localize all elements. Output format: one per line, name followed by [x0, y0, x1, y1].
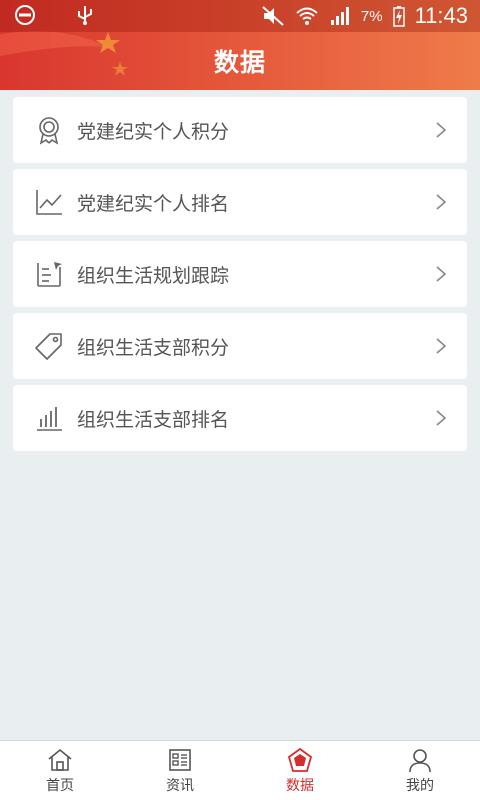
chevron-right-icon: [436, 410, 447, 426]
home-icon: [48, 748, 72, 771]
award-medal-icon: [33, 114, 65, 146]
nav-tab-label: 数据: [286, 777, 314, 794]
clock: 11:43: [414, 3, 468, 28]
news-icon: [169, 748, 191, 771]
menu-item-personal-ranking[interactable]: 党建纪实个人排名: [13, 169, 467, 235]
nav-tab-label: 我的: [406, 777, 434, 794]
line-chart-icon: [33, 186, 65, 218]
user-icon: [409, 748, 431, 772]
nav-tab-label: 资讯: [166, 777, 194, 794]
chevron-right-icon: [436, 194, 447, 210]
data-menu-list: 党建纪实个人积分 党建纪实个人排名 组织生活规划跟踪 组织生活支部积分 组织生活…: [13, 97, 467, 457]
battery-charging-icon: [392, 6, 405, 27]
menu-item-label: 组织生活支部积分: [77, 336, 230, 359]
menu-item-label: 组织生活规划跟踪: [77, 264, 230, 287]
wifi-icon: [296, 7, 318, 25]
chevron-right-icon: [436, 122, 447, 138]
chevron-right-icon: [436, 266, 447, 282]
page-title: 数据: [213, 48, 266, 77]
tag-icon: [33, 330, 65, 362]
menu-item-label: 党建纪实个人积分: [77, 120, 230, 143]
bottom-nav: 首页 资讯 数据 我的: [0, 740, 480, 800]
menu-item-label: 党建纪实个人排名: [77, 192, 230, 215]
usb-icon: [78, 6, 92, 25]
data-icon: [287, 747, 313, 772]
menu-item-plan-tracking[interactable]: 组织生活规划跟踪: [13, 241, 467, 307]
nav-tab-news[interactable]: 资讯: [120, 741, 240, 800]
menu-item-branch-points[interactable]: 组织生活支部积分: [13, 313, 467, 379]
chevron-right-icon: [436, 338, 447, 354]
bar-chart-icon: [33, 402, 65, 434]
plan-tracking-icon: [33, 258, 65, 290]
battery-percent: 7%: [360, 7, 383, 25]
status-bar: 7% 11:43: [0, 0, 480, 32]
mute-icon: [262, 6, 284, 26]
nav-tab-data[interactable]: 数据: [240, 741, 360, 800]
menu-item-personal-points[interactable]: 党建纪实个人积分: [13, 97, 467, 163]
nav-tab-home[interactable]: 首页: [0, 741, 120, 800]
top-bar: 7% 11:43 数据: [0, 0, 480, 90]
nav-tab-label: 首页: [46, 777, 74, 794]
do-not-disturb-icon: [15, 5, 35, 25]
signal-icon: [330, 7, 349, 25]
menu-item-label: 组织生活支部排名: [77, 408, 230, 431]
nav-tab-mine[interactable]: 我的: [360, 741, 480, 800]
menu-item-branch-ranking[interactable]: 组织生活支部排名: [13, 385, 467, 451]
